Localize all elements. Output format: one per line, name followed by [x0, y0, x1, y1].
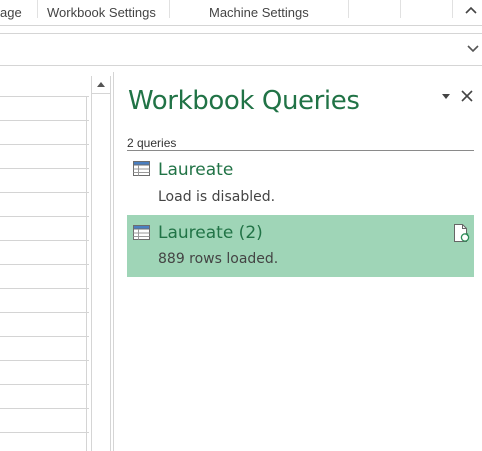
worksheet-grid[interactable] — [0, 72, 91, 451]
excel-window: age Workbook Settings Machine Settings W… — [0, 0, 482, 451]
query-name: Laureate — [158, 160, 234, 180]
table-icon — [133, 225, 150, 240]
query-status: Load is disabled. — [158, 189, 276, 205]
refresh-document-icon[interactable] — [452, 223, 470, 243]
workbook-queries-pane: Workbook Queries 2 queries Laureate Load… — [114, 72, 482, 451]
scroll-up-arrow-icon — [97, 82, 105, 87]
query-name: Laureate (2) — [158, 223, 263, 243]
tab-separator — [37, 0, 38, 18]
query-status: 889 rows loaded. — [158, 251, 279, 267]
tab-machine-settings[interactable]: Machine Settings — [209, 5, 309, 20]
ribbon-tab-strip: age Workbook Settings Machine Settings — [0, 0, 482, 26]
chevron-down-icon[interactable] — [466, 43, 480, 55]
tab-separator — [348, 0, 349, 18]
scroll-up-button[interactable] — [92, 76, 110, 94]
tab-separator — [400, 0, 401, 18]
vertical-scrollbar[interactable] — [91, 76, 111, 451]
close-icon[interactable] — [460, 89, 474, 103]
query-item-laureate[interactable]: Laureate Load is disabled. — [127, 156, 474, 206]
pane-title: Workbook Queries — [128, 86, 360, 116]
tab-page[interactable]: age — [0, 5, 22, 20]
formula-bar[interactable] — [0, 33, 482, 66]
tab-workbook-settings[interactable]: Workbook Settings — [47, 5, 156, 20]
query-count: 2 queries — [127, 136, 177, 150]
tab-separator — [169, 0, 170, 18]
chevron-up-icon[interactable] — [462, 2, 480, 20]
divider — [127, 150, 474, 151]
grid-lines — [0, 96, 89, 451]
query-item-laureate-2[interactable]: Laureate (2) 889 rows loaded. — [127, 215, 474, 277]
table-icon — [133, 161, 150, 176]
tab-separator — [452, 0, 453, 18]
dropdown-triangle-icon[interactable] — [440, 92, 452, 102]
